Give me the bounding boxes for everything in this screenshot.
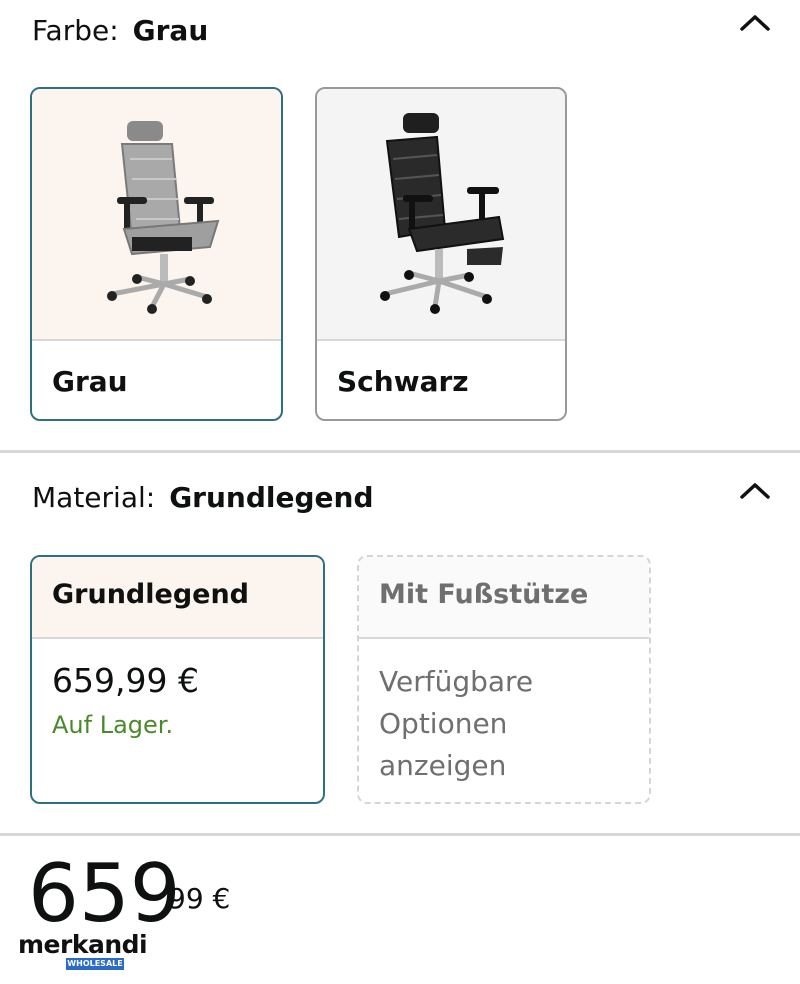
option-title-mit-fussstuetze: Mit Fußstütze	[379, 579, 589, 610]
swatch-label-schwarz: Schwarz	[337, 365, 469, 398]
swatch-schwarz[interactable]: Schwarz	[315, 87, 567, 421]
merkandi-logo: merkandi WHOLESALE	[18, 930, 148, 970]
show-options-line: Optionen	[379, 707, 508, 740]
material-label: Material:	[32, 481, 156, 514]
material-section-header: Material: Grundlegend	[32, 481, 374, 514]
color-section-header: Farbe: Grau	[32, 14, 208, 47]
price-cents: 99 €	[168, 882, 231, 915]
chevron-up-icon[interactable]	[738, 12, 772, 32]
swatch-grau[interactable]: Grau	[30, 87, 283, 421]
material-option-grundlegend[interactable]: Grundlegend 659,99 € Auf Lager.	[30, 555, 325, 804]
logo-tag: WHOLESALE	[66, 958, 124, 970]
logo-wordmark: merkandi	[18, 930, 148, 959]
show-options-line: Verfügbare	[379, 665, 534, 698]
price-whole: 659	[28, 847, 181, 940]
color-selected-value: Grau	[132, 14, 209, 47]
swatch-label-grau: Grau	[52, 365, 128, 398]
option-divider	[359, 637, 649, 639]
section-divider	[0, 833, 800, 836]
chevron-up-icon[interactable]	[738, 480, 772, 500]
option-price: 659,99 €	[52, 661, 199, 700]
material-option-mit-fussstuetze[interactable]: Mit Fußstütze Verfügbare Optionen anzeig…	[357, 555, 651, 804]
option-title-grundlegend: Grundlegend	[52, 579, 250, 610]
material-selected-value: Grundlegend	[169, 481, 374, 514]
color-label: Farbe:	[32, 14, 119, 47]
show-options-text: Verfügbare Optionen anzeigen	[379, 661, 533, 787]
show-options-line: anzeigen	[379, 749, 507, 782]
stock-status: Auf Lager.	[52, 711, 174, 739]
section-divider	[0, 450, 800, 453]
chair-black-image	[317, 89, 565, 339]
option-divider	[32, 637, 323, 639]
chair-grey-image	[32, 89, 281, 339]
swatch-divider	[32, 339, 281, 341]
swatch-divider	[317, 339, 565, 341]
